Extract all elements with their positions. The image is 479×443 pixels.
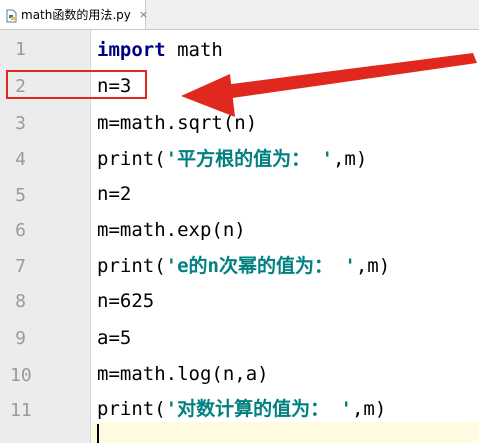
code-token: ,m) [332, 148, 368, 170]
line-number: 4 [15, 149, 26, 170]
text-caret [97, 424, 99, 443]
line-number: 8 [15, 291, 26, 312]
code-token: ,m) [355, 255, 391, 277]
line-number: 6 [15, 220, 26, 241]
line-number: 7 [15, 256, 26, 277]
editor-tab-bar: math函数的用法.py × [0, 0, 479, 30]
code-line[interactable]: import math [97, 38, 223, 62]
code-line[interactable]: print('e的n次幂的值为： ',m) [97, 254, 390, 278]
line-number: 9 [15, 328, 26, 349]
code-token: print( [97, 255, 166, 277]
code-line[interactable]: m=math.log(n,a) [97, 362, 269, 386]
code-token: print( [97, 398, 166, 420]
string-token: '平方根的值为： ' [165, 148, 333, 170]
code-line[interactable]: print('对数计算的值为： ',m) [97, 397, 386, 421]
highlight-box [6, 70, 147, 99]
string-token: 'e的n次幂的值为： ' [165, 255, 356, 277]
code-token: print( [97, 148, 166, 170]
code-line[interactable]: m=math.exp(n) [97, 218, 246, 242]
file-tab-label: math函数的用法.py [21, 8, 131, 22]
keyword-token: import [97, 39, 166, 61]
python-file-icon [4, 8, 18, 22]
line-number: 1 [15, 39, 26, 60]
code-line[interactable]: m=math.sqrt(n) [97, 111, 257, 135]
code-line[interactable]: n=2 [97, 182, 131, 206]
line-number: 11 [10, 400, 32, 421]
code-token: ,m) [351, 398, 387, 420]
string-token: '对数计算的值为： ' [165, 398, 352, 420]
current-line-highlight [91, 422, 479, 443]
code-token: math [165, 39, 223, 61]
code-line[interactable]: a=5 [97, 326, 131, 350]
line-number: 10 [10, 365, 32, 386]
line-number: 3 [15, 113, 26, 134]
code-line[interactable]: n=625 [97, 289, 154, 313]
line-number: 5 [15, 185, 26, 206]
file-tab[interactable]: math函数的用法.py × [0, 0, 148, 29]
close-icon[interactable]: × [139, 9, 148, 20]
code-line[interactable]: print('平方根的值为： ',m) [97, 147, 367, 171]
